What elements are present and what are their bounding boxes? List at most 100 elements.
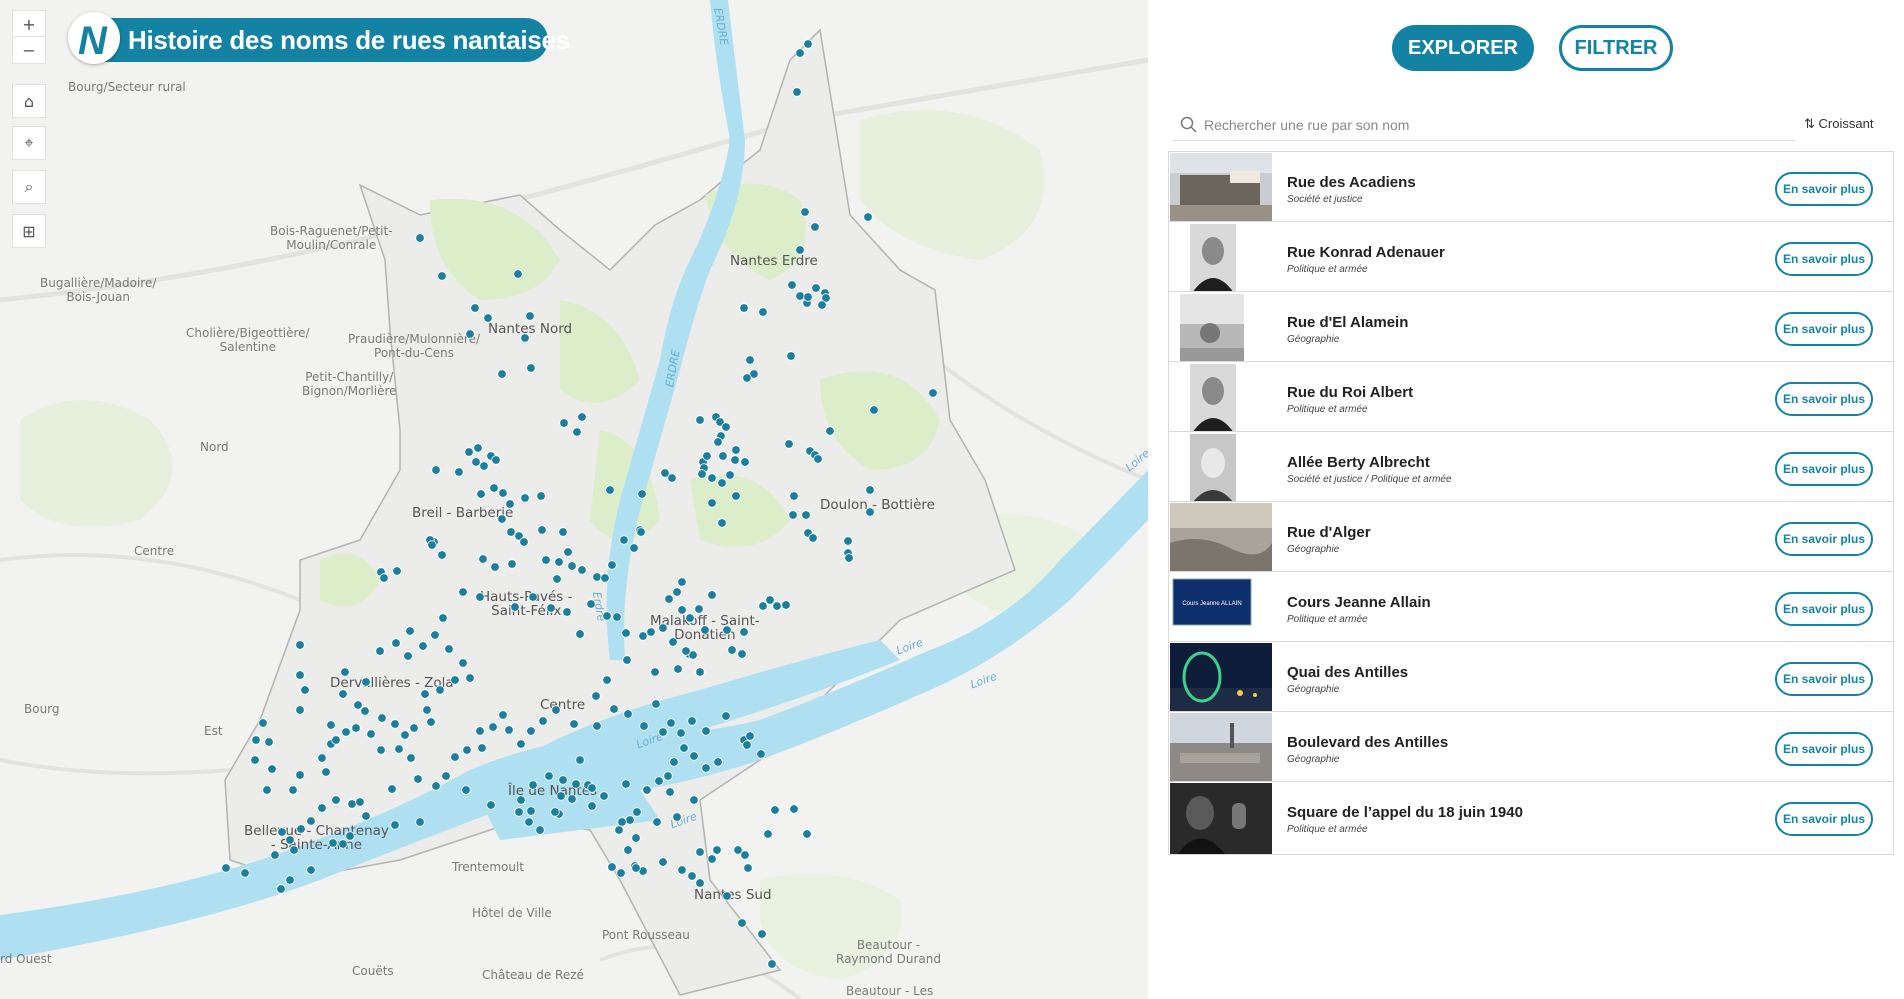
- map-view[interactable]: Bourg/Secteur rural Bois-Raguenet/Petit-…: [0, 0, 1148, 999]
- home-button[interactable]: ⌂: [12, 84, 46, 118]
- street-point[interactable]: [789, 804, 799, 814]
- street-point[interactable]: [677, 865, 687, 875]
- street-point[interactable]: [712, 845, 722, 855]
- street-point[interactable]: [537, 525, 547, 535]
- street-point[interactable]: [295, 770, 305, 780]
- street-point[interactable]: [475, 592, 485, 602]
- street-point[interactable]: [742, 740, 752, 750]
- street-point[interactable]: [745, 355, 755, 365]
- street-point[interactable]: [563, 547, 573, 557]
- street-point[interactable]: [514, 807, 524, 817]
- street-point[interactable]: [462, 745, 472, 755]
- street-point[interactable]: [623, 709, 633, 719]
- sort-toggle[interactable]: ⇅ Croissant: [1804, 116, 1873, 132]
- street-point[interactable]: [520, 333, 530, 343]
- street-point[interactable]: [513, 269, 523, 279]
- street-point[interactable]: [394, 744, 404, 754]
- street-point[interactable]: [441, 771, 451, 781]
- street-point[interactable]: [844, 553, 854, 563]
- street-point[interactable]: [427, 540, 437, 550]
- filter-button[interactable]: FILTRER: [1559, 25, 1673, 71]
- street-point[interactable]: [701, 726, 711, 736]
- street-point[interactable]: [758, 601, 768, 611]
- street-point[interactable]: [475, 726, 485, 736]
- street-point[interactable]: [435, 685, 445, 695]
- street-point[interactable]: [306, 865, 316, 875]
- street-point[interactable]: [426, 717, 436, 727]
- street-point[interactable]: [438, 613, 448, 623]
- street-point[interactable]: [519, 537, 529, 547]
- street-point[interactable]: [497, 369, 507, 379]
- explore-button[interactable]: EXPLORER: [1392, 25, 1534, 71]
- street-point[interactable]: [355, 797, 365, 807]
- street-point[interactable]: [558, 775, 568, 785]
- street-point[interactable]: [390, 820, 400, 830]
- street-point[interactable]: [605, 485, 615, 495]
- street-point[interactable]: [700, 625, 710, 635]
- street-point[interactable]: [758, 307, 768, 317]
- street-point[interactable]: [614, 825, 624, 835]
- street-point[interactable]: [458, 658, 468, 668]
- more-info-button[interactable]: En savoir plus: [1775, 522, 1873, 556]
- street-point[interactable]: [264, 737, 274, 747]
- street-point[interactable]: [616, 868, 626, 878]
- street-point[interactable]: [571, 779, 581, 789]
- street-point[interactable]: [681, 646, 691, 656]
- street-point[interactable]: [843, 536, 853, 546]
- street-point[interactable]: [422, 705, 432, 715]
- street-point[interactable]: [800, 207, 810, 217]
- street-point[interactable]: [651, 699, 661, 709]
- street-point[interactable]: [338, 839, 348, 849]
- street-point[interactable]: [400, 730, 410, 740]
- street-point[interactable]: [623, 845, 633, 855]
- street-point[interactable]: [262, 785, 272, 795]
- street-point[interactable]: [409, 723, 419, 733]
- street-point[interactable]: [658, 857, 668, 867]
- street-point[interactable]: [622, 655, 632, 665]
- street-point[interactable]: [454, 467, 464, 477]
- street-point[interactable]: [767, 959, 777, 969]
- street-point[interactable]: [629, 543, 639, 553]
- street-card[interactable]: Allée Berty Albrecht Société et justice /…: [1168, 431, 1894, 505]
- street-point[interactable]: [825, 426, 835, 436]
- street-point[interactable]: [431, 465, 441, 475]
- street-point[interactable]: [546, 603, 556, 613]
- locate-button[interactable]: ⌖: [12, 126, 46, 160]
- street-point[interactable]: [810, 222, 820, 232]
- street-point[interactable]: [491, 455, 501, 465]
- street-point[interactable]: [289, 845, 299, 855]
- street-point[interactable]: [558, 527, 568, 537]
- street-point[interactable]: [621, 779, 631, 789]
- street-point[interactable]: [745, 731, 755, 741]
- street-point[interactable]: [592, 721, 602, 731]
- street-point[interactable]: [437, 550, 447, 560]
- street-point[interactable]: [786, 351, 796, 361]
- street-point[interactable]: [331, 795, 341, 805]
- street-card[interactable]: Boulevard des Antilles Géographie En savoi…: [1168, 711, 1894, 785]
- street-point[interactable]: [612, 612, 622, 622]
- street-point[interactable]: [321, 767, 331, 777]
- street-point[interactable]: [387, 784, 397, 794]
- street-point[interactable]: [379, 573, 389, 583]
- street-point[interactable]: [813, 454, 823, 464]
- street-point[interactable]: [803, 292, 813, 302]
- street-point[interactable]: [541, 555, 551, 565]
- street-point[interactable]: [575, 629, 585, 639]
- street-point[interactable]: [366, 729, 376, 739]
- street-point[interactable]: [695, 415, 705, 425]
- street-point[interactable]: [554, 557, 564, 567]
- street-point[interactable]: [701, 763, 711, 773]
- street-point[interactable]: [317, 753, 327, 763]
- street-point[interactable]: [361, 677, 371, 687]
- street-point[interactable]: [506, 527, 516, 537]
- street-point[interactable]: [479, 461, 489, 471]
- street-point[interactable]: [737, 649, 747, 659]
- street-point[interactable]: [707, 498, 717, 508]
- street-point[interactable]: [787, 280, 797, 290]
- street-point[interactable]: [694, 604, 704, 614]
- street-point[interactable]: [607, 862, 617, 872]
- street-point[interactable]: [510, 602, 520, 612]
- street-card[interactable]: Rue d'El Alamein Géographie En savoir plus: [1168, 291, 1894, 365]
- street-point[interactable]: [676, 728, 686, 738]
- street-point[interactable]: [718, 451, 728, 461]
